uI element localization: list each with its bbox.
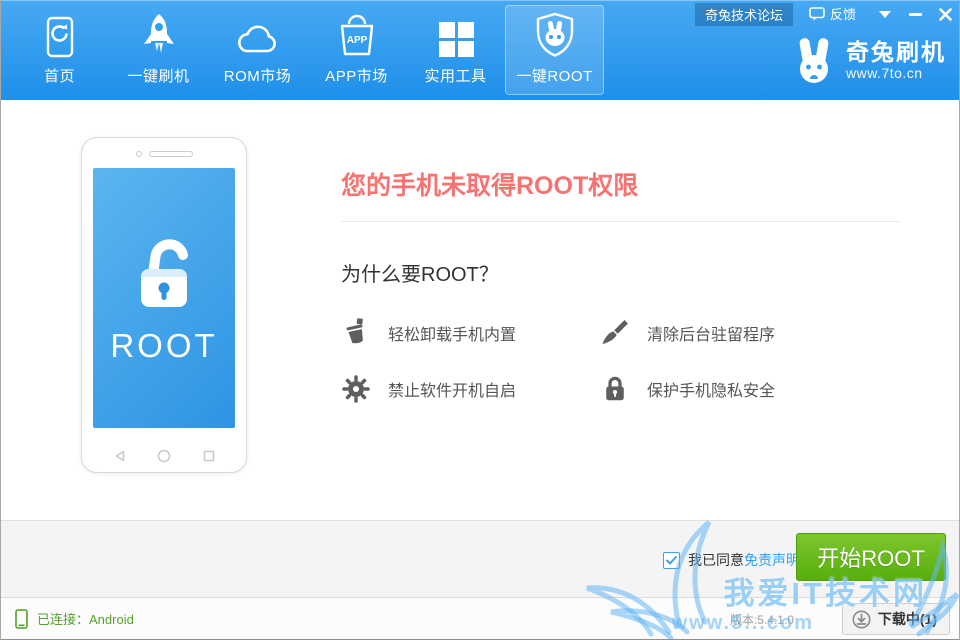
phone-screen: ROOT (93, 168, 235, 428)
tab-label: 实用工具 (424, 65, 486, 86)
app-window: 首页 一键刷机 (0, 0, 960, 640)
tab-home[interactable]: 首页 (10, 5, 109, 95)
main-content: ROOT 您的手机未取得ROOT权限 为什么要ROOT？ (1, 100, 959, 520)
screen-root-label: ROOT (110, 327, 217, 365)
tab-label: 一键刷机 (127, 65, 189, 86)
feature-label: 轻松卸载手机内置 (388, 321, 516, 345)
feature-label: 保护手机隐私安全 (647, 377, 775, 401)
unlock-padlock-icon (121, 231, 207, 317)
divider (341, 221, 901, 222)
feedback-label: 反馈 (830, 4, 856, 23)
uninstall-icon (341, 318, 371, 348)
forum-button[interactable]: 奇兔技术论坛 (695, 3, 793, 26)
chevron-down-icon (879, 11, 891, 18)
tab-label: APP市场 (325, 65, 388, 86)
phone-earpiece (82, 151, 246, 157)
feature-privacy: 保护手机隐私安全 (600, 368, 900, 410)
tab-root[interactable]: 一键ROOT (505, 5, 604, 95)
speech-bubble-icon (809, 7, 825, 21)
tab-label: 一键ROOT (516, 65, 592, 86)
tab-label: ROM市场 (224, 65, 292, 86)
header-bar: 首页 一键刷机 (0, 0, 960, 100)
main-nav: 首页 一键刷机 (10, 0, 604, 100)
tab-rom-market[interactable]: ROM市场 (208, 5, 307, 95)
back-icon (114, 450, 126, 462)
close-icon (939, 8, 952, 21)
status-bar: 已连接：Android 版本:5.4.1.0 下载中(1) (1, 597, 959, 639)
action-panel: 我已同意 免责声明 开始ROOT (1, 520, 959, 597)
cloud-icon (234, 6, 282, 58)
dropdown-menu-button[interactable] (870, 2, 900, 26)
tab-app-market[interactable]: APP APP市场 (307, 5, 406, 95)
check-icon (666, 556, 677, 565)
app-bag-icon: APP (336, 6, 378, 58)
disclaimer-link[interactable]: 免责声明 (744, 550, 800, 570)
minimize-button[interactable] (900, 2, 930, 26)
feature-label: 清除后台驻留程序 (647, 321, 775, 345)
gear-icon (341, 374, 371, 404)
why-root-heading: 为什么要ROOT？ (341, 258, 499, 287)
agree-checkbox[interactable] (663, 552, 680, 569)
feature-clean: 清除后台驻留程序 (600, 312, 900, 354)
recents-icon (203, 450, 215, 462)
feature-uninstall: 轻松卸载手机内置 (341, 312, 600, 354)
phone-nav-bar (82, 449, 246, 463)
phone-illustration: ROOT (81, 137, 247, 473)
connection-label: 已连接：Android (37, 609, 134, 628)
tab-flash[interactable]: 一键刷机 (109, 5, 208, 95)
rabbit-logo-icon (791, 36, 837, 84)
titlebar-controls: 奇兔技术论坛 反馈 (695, 0, 960, 27)
connection-status: 已连接：Android (15, 598, 134, 639)
clean-brush-icon (600, 318, 630, 348)
rocket-icon (139, 6, 179, 58)
agree-label: 我已同意 (688, 550, 744, 570)
version-label: 版本:5.4.1.0 (730, 611, 794, 628)
tab-tools[interactable]: 实用工具 (406, 5, 505, 95)
feedback-button[interactable]: 反馈 (809, 4, 856, 23)
minimize-icon (909, 13, 922, 16)
download-icon (852, 610, 871, 629)
app-bag-text: APP (346, 35, 367, 46)
shield-rabbit-icon (534, 6, 576, 58)
tools-grid-icon (437, 6, 475, 58)
connected-phone-icon (15, 609, 28, 629)
home-icon (42, 6, 78, 58)
brand-logo: 奇兔刷机 www.7to.cn (791, 36, 946, 84)
feature-label: 禁止软件开机自启 (388, 377, 516, 401)
lock-icon (600, 374, 630, 404)
feature-autostart: 禁止软件开机自启 (341, 368, 600, 410)
tab-label: 首页 (44, 65, 75, 86)
home-circle-icon (157, 449, 171, 463)
page-title: 您的手机未取得ROOT权限 (341, 166, 638, 202)
feature-list: 轻松卸载手机内置 清除后台驻留程序 (341, 312, 900, 410)
start-root-button[interactable]: 开始ROOT (796, 533, 946, 581)
brand-site: www.7to.cn (846, 65, 946, 81)
close-button[interactable] (930, 2, 960, 26)
brand-name: 奇兔刷机 (846, 39, 946, 65)
download-label: 下载中(1) (878, 609, 937, 629)
download-manager-button[interactable]: 下载中(1) (842, 603, 950, 635)
agree-row: 我已同意 免责声明 (663, 550, 800, 570)
